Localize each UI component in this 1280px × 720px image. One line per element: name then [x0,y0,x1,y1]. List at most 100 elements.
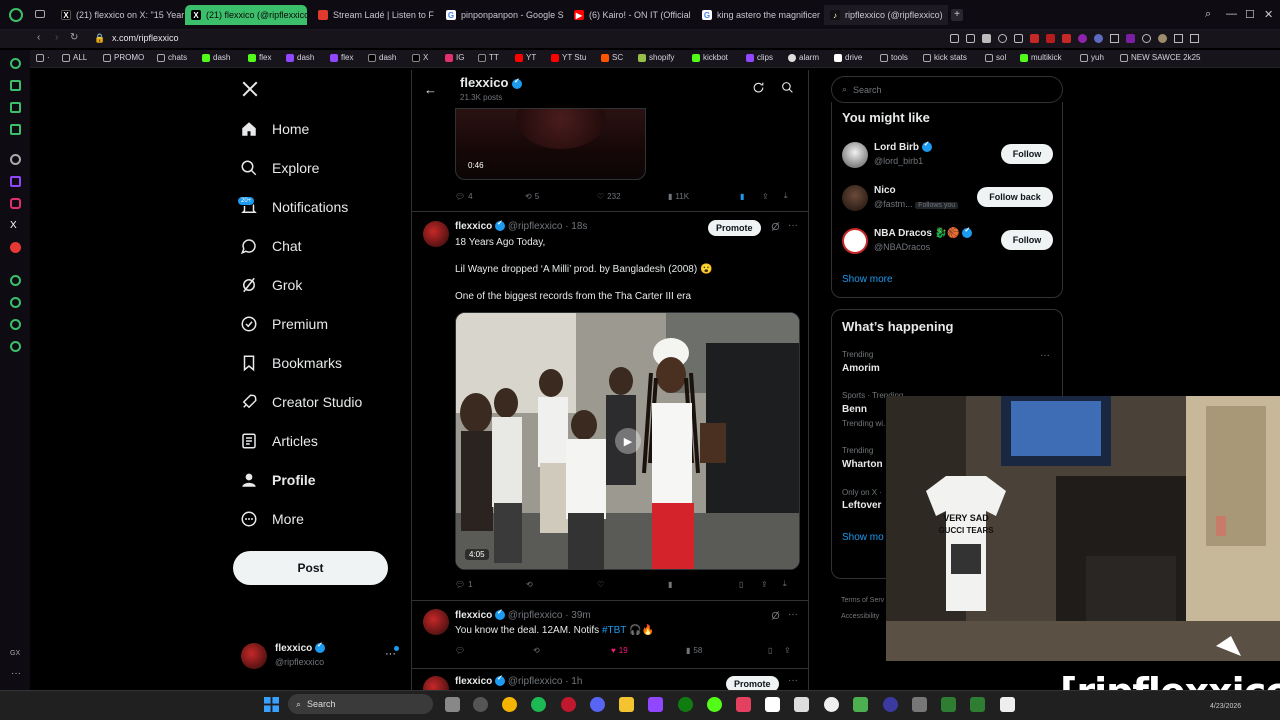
capcut-icon[interactable] [765,697,780,712]
bookmark-folder-icon[interactable]: · [36,53,50,62]
bookmark-item[interactable]: ALL [62,53,87,62]
tweet-more-icon[interactable]: ··· [788,675,798,686]
views-button[interactable]: ▮ 11K [668,191,740,201]
download-icon[interactable] [1174,34,1183,43]
video-thumbnail[interactable]: 0:46 [455,108,646,180]
app-icon[interactable] [941,697,956,712]
refresh-icon[interactable] [752,81,765,94]
bookmark-item[interactable]: TT [478,53,499,62]
sidebar-icon[interactable] [10,80,21,91]
suggestion-name[interactable]: Lord Birb [874,140,932,153]
bookmark-item[interactable]: alarm [788,53,819,62]
bookmark-item[interactable]: clips [746,53,773,62]
tweet-author-handle[interactable]: @ripflexxico [508,676,563,687]
app-icon[interactable] [853,697,868,712]
nav-creator-studio[interactable]: Creator Studio [240,387,362,417]
nav-articles[interactable]: Articles [240,426,318,456]
back-icon[interactable]: ‹ [37,32,40,43]
repost-button[interactable]: ⟲ [533,646,611,655]
tweet-avatar[interactable] [423,676,449,690]
tweet-author-name[interactable]: flexxico [455,610,492,621]
bookmark-item[interactable]: dash [286,53,314,62]
app-icon[interactable] [473,697,488,712]
extension-icon[interactable] [1078,34,1087,43]
trend-more-icon[interactable]: ··· [1040,350,1050,361]
bookmark-button[interactable]: ▯ [768,646,784,655]
extension-icon[interactable] [1126,34,1135,43]
tweet-author-name[interactable]: flexxico [455,676,492,687]
opera-gx-icon[interactable] [561,697,576,712]
promote-button[interactable]: Promote [726,676,779,690]
opera-gx-logo-icon[interactable] [9,8,23,22]
more-icon[interactable]: ··· [11,668,21,679]
tweet-timestamp[interactable]: · 18s [565,221,587,232]
post-button[interactable]: Post [233,551,388,585]
nav-more[interactable]: More [240,504,304,534]
sidebar-icon[interactable] [10,102,21,113]
suggestion-avatar[interactable] [842,142,868,168]
grok-icon[interactable] [770,610,781,621]
suggestion-name[interactable]: NBA Dracos 🐉🏀 [874,226,973,239]
discord-icon[interactable] [590,697,605,712]
ai-icon[interactable] [1190,34,1199,43]
bookmark-item[interactable]: shopify [638,53,674,62]
app-icon[interactable] [736,697,751,712]
close-window-button[interactable]: ✕ [1264,8,1273,21]
bookmark-item[interactable]: flex [248,53,271,62]
bookmark-item[interactable]: tools [880,53,908,62]
tab-2-active[interactable]: X (21) flexxico (@ripflexxico [185,5,307,25]
reload-icon[interactable]: ↻ [70,32,78,43]
repost-button[interactable]: ⟲ 5 [525,191,597,201]
tweet-video[interactable]: ▶ 4:05 [455,312,800,570]
reply-button[interactable]: 💬︎ 1 [455,579,526,589]
chatgpt-icon[interactable] [10,154,21,165]
tweet-author-name[interactable]: flexxico [455,221,492,232]
bookmark-item[interactable]: IG [445,53,464,62]
footer-link[interactable]: Terms of Serv [841,597,884,604]
nav-premium[interactable]: Premium [240,309,328,339]
download-button[interactable]: ⤓ [784,191,788,201]
bookmark-item[interactable]: NEW SAWCE 2k25 [1120,53,1201,62]
tab-6[interactable]: Gking astero the magnificer [696,5,820,25]
promote-button[interactable]: Promote [708,220,761,236]
suggestion-name[interactable]: Nico [874,185,896,196]
follow-button[interactable]: Follow [1001,230,1053,250]
bookmark-item[interactable]: kick stats [923,53,967,62]
share-button[interactable]: ⇪ [761,579,783,589]
sidebar-icon[interactable] [10,275,21,286]
bookmark-item[interactable]: dash [202,53,230,62]
footer-link[interactable]: Accessibility [841,613,879,620]
views-button[interactable]: ▮ 58 [686,646,768,655]
history-icon[interactable] [10,297,21,308]
tab-4[interactable]: Gpinponpanpon - Google S [440,5,564,25]
url-field[interactable]: x.com/ripflexxico [112,33,179,43]
extension-icon[interactable] [998,34,1007,43]
bookmark-item[interactable]: yuh [1080,53,1104,62]
tab-7[interactable]: ♪ ripflexxico (@ripflexxico) [824,5,948,25]
extensions-icon[interactable] [10,319,21,330]
tweet-more-icon[interactable]: ··· [788,609,798,620]
extension-icon[interactable] [1110,34,1119,43]
like-button[interactable]: ♡ [597,579,668,589]
tweet-avatar[interactable] [423,221,449,247]
trend-name[interactable]: Benn [842,404,867,415]
maximize-button[interactable]: ☐ [1245,8,1255,21]
bookmark-item[interactable]: multikick [1020,53,1062,62]
tweet-timestamp[interactable]: · 39m [565,610,591,621]
extension-icon[interactable] [1062,34,1071,43]
x-logo-icon[interactable] [241,80,259,98]
tweet-more-icon[interactable]: ··· [788,220,798,231]
like-button[interactable]: ♥ 19 [611,646,686,655]
chatgpt-icon[interactable] [824,697,839,712]
search-tabs-icon[interactable]: ⌕ [1205,8,1211,21]
bookmark-item[interactable]: PROMO [103,53,144,62]
show-more-link[interactable]: Show mo [842,532,884,543]
twitch-icon[interactable] [648,697,663,712]
tab-1[interactable]: X (21) flexxico on X: "15 Year [55,5,185,25]
task-view-icon[interactable] [445,697,460,712]
bookmark-item[interactable]: YT [515,53,536,62]
share-button[interactable]: ⇪ [762,191,784,201]
extension-icon[interactable] [966,34,975,43]
nav-grok[interactable]: Grok [240,270,302,300]
play-icon[interactable]: ▶ [615,428,641,454]
